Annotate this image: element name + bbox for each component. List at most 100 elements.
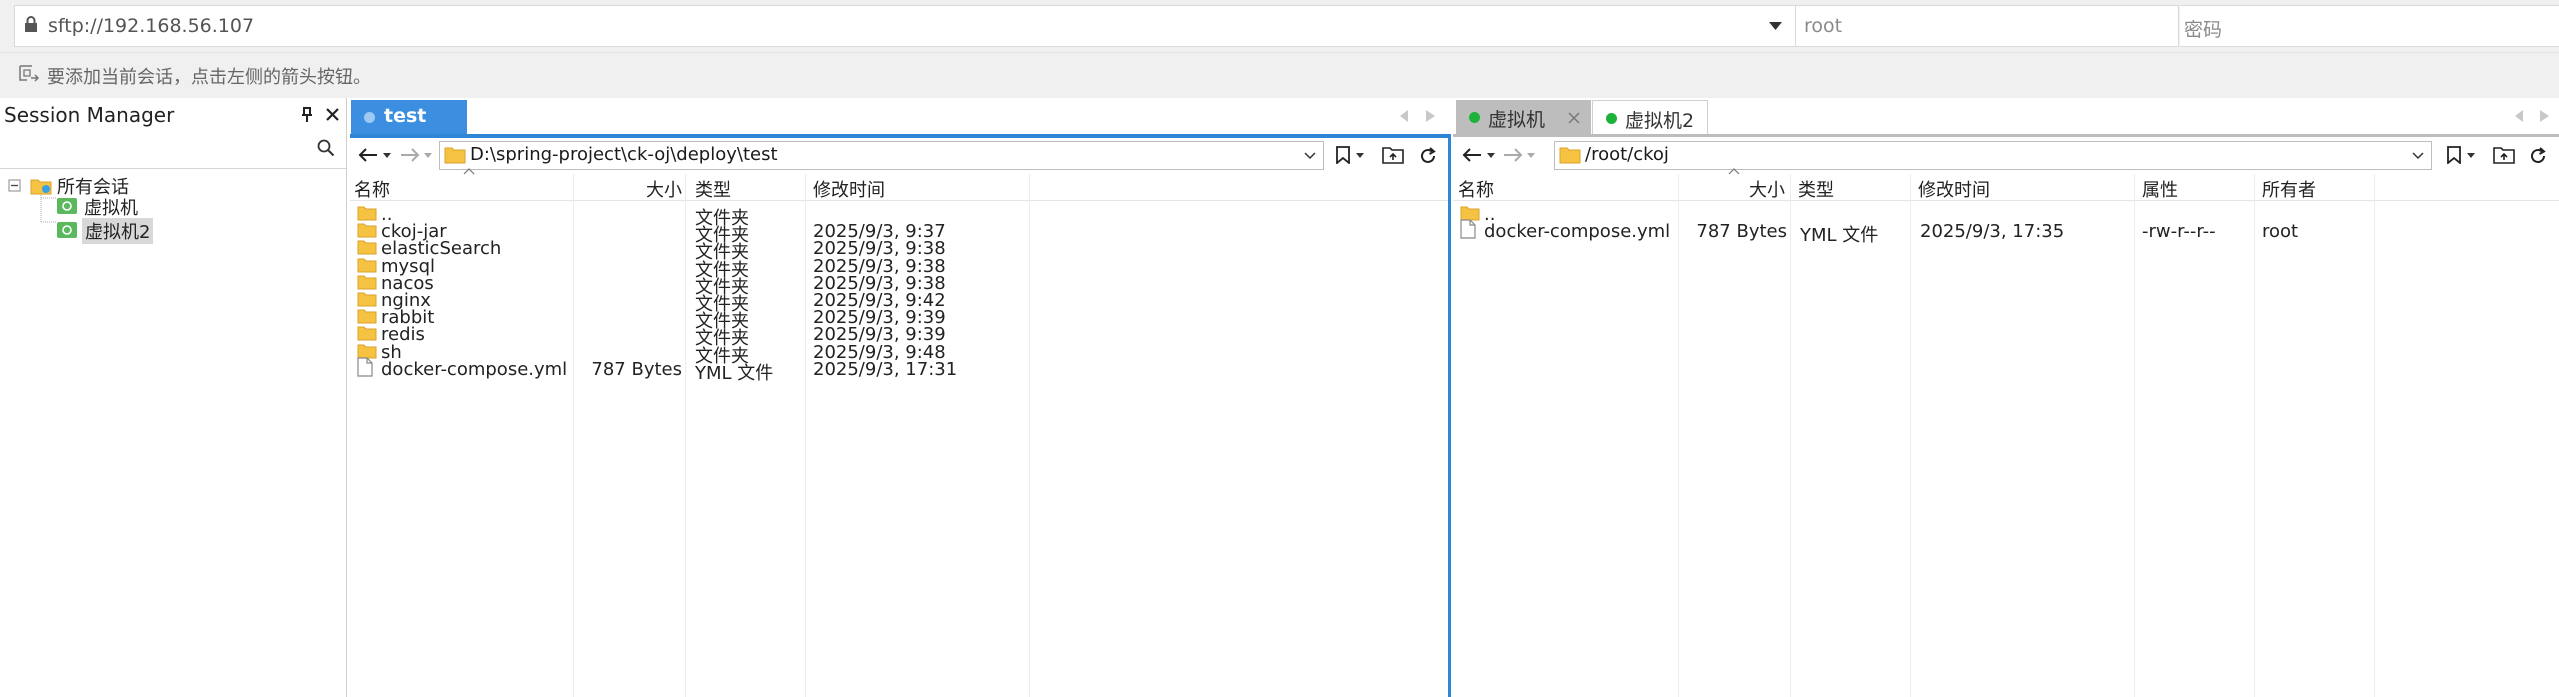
pane-accent-line — [1453, 134, 2559, 137]
tree-item-vm1[interactable]: 虚拟机 — [57, 194, 147, 219]
file-icon — [357, 357, 373, 377]
file-modified: 2025/9/3, 17:35 — [1920, 221, 2065, 243]
column-modified[interactable]: 修改时间 — [813, 176, 885, 202]
local-toolbar: D:\spring-project\ck-oj\deploy\test — [350, 138, 1448, 172]
divider — [0, 168, 346, 169]
folder-icon — [444, 146, 466, 164]
hint-text: 要添加当前会话，点击左侧的箭头按钮。 — [47, 67, 371, 88]
column-divider[interactable] — [2374, 174, 2375, 697]
chevron-down-icon[interactable] — [424, 153, 432, 158]
tab-label: 虚拟机2 — [1625, 110, 1695, 132]
session-tree: 所有会话 虚拟机 虚拟机2 — [0, 170, 346, 250]
username-field[interactable]: root — [1796, 5, 2179, 47]
tab-vm2[interactable]: 虚拟机2 — [1592, 100, 1708, 135]
column-divider[interactable] — [1910, 174, 1911, 697]
scroll-right-icon[interactable] — [2540, 110, 2549, 122]
parent-folder-icon[interactable] — [2493, 146, 2515, 164]
remote-column-header: 名称 大小 类型 修改时间 属性 所有者 — [1453, 168, 2559, 202]
username-placeholder: root — [1804, 15, 1843, 37]
file-size: 787 Bytes — [591, 358, 682, 380]
session-icon — [57, 198, 77, 214]
column-divider[interactable] — [1678, 174, 1679, 697]
remote-toolbar: /root/ckoj — [1453, 138, 2559, 172]
forward-icon[interactable] — [1503, 147, 1523, 163]
add-session-icon[interactable] — [18, 64, 40, 84]
chevron-down-icon[interactable] — [2467, 153, 2475, 158]
file-name: docker-compose.yml — [381, 358, 568, 380]
file-row[interactable]: docker-compose.yml 787 Bytes YML 文件 2025/9/… — [1453, 219, 2559, 247]
file-type: YML 文件 — [1800, 225, 1879, 247]
password-placeholder: 密码 — [2184, 19, 2223, 41]
chevron-down-icon[interactable] — [1487, 153, 1495, 158]
column-owner[interactable]: 所有者 — [2262, 176, 2316, 202]
tab-status-dot — [1469, 112, 1480, 123]
hint-bar: 要添加当前会话，点击左侧的箭头按钮。 — [0, 53, 2559, 98]
column-divider[interactable] — [1790, 174, 1791, 697]
connection-bar: sftp://192.168.56.107 root 密码 — [0, 0, 2559, 53]
scroll-right-icon[interactable] — [1426, 110, 1435, 122]
file-size: 787 Bytes — [1696, 221, 1787, 243]
tab-vm1[interactable]: 虚拟机 — [1456, 100, 1591, 134]
file-icon — [1460, 219, 1476, 239]
scroll-left-icon[interactable] — [2515, 110, 2524, 122]
column-divider[interactable] — [2134, 174, 2135, 697]
column-modified[interactable]: 修改时间 — [1918, 176, 1990, 202]
tab-status-dot — [364, 112, 375, 123]
search-icon[interactable] — [317, 139, 335, 157]
session-manager-panel: Session Manager 所有会话 虚拟机 虚拟机2 — [0, 98, 347, 697]
chevron-down-icon[interactable] — [1769, 22, 1782, 30]
bookmark-icon[interactable] — [2447, 146, 2461, 164]
file-row[interactable]: docker-compose.yml 787 Bytes YML 文件 2025/9/… — [350, 357, 1448, 385]
local-path-field[interactable]: D:\spring-project\ck-oj\deploy\test — [439, 141, 1324, 170]
chevron-down-icon[interactable] — [383, 153, 391, 158]
chevron-down-icon[interactable] — [1304, 152, 1316, 160]
column-size[interactable]: 大小 — [646, 176, 682, 202]
parent-folder-icon[interactable] — [1382, 146, 1404, 164]
sort-ascending-icon — [463, 168, 475, 175]
local-column-header: 名称 大小 类型 修改时间 — [350, 168, 1448, 202]
column-name[interactable]: 名称 — [354, 176, 390, 202]
tab-status-dot — [1606, 113, 1617, 124]
remote-path-value: /root/ckoj — [1585, 144, 1669, 165]
chevron-down-icon[interactable] — [1356, 153, 1364, 158]
scroll-left-icon[interactable] — [1400, 110, 1409, 122]
column-divider[interactable] — [2254, 174, 2255, 697]
column-type[interactable]: 类型 — [1798, 176, 1834, 202]
tab-test[interactable]: test — [351, 100, 467, 134]
forward-icon[interactable] — [400, 147, 420, 163]
tree-item-label: 虚拟机 — [84, 198, 138, 219]
back-icon[interactable] — [1462, 147, 1482, 163]
file-type: YML 文件 — [695, 362, 774, 384]
file-name: docker-compose.yml — [1484, 221, 1671, 243]
column-name[interactable]: 名称 — [1458, 176, 1494, 202]
folder-icon — [30, 177, 52, 195]
column-attributes[interactable]: 属性 — [2142, 176, 2178, 202]
folder-icon — [1559, 146, 1581, 164]
tab-label: 虚拟机 — [1488, 109, 1546, 131]
file-modified: 2025/9/3, 17:31 — [813, 358, 958, 380]
refresh-icon[interactable] — [1418, 146, 1438, 166]
close-icon[interactable] — [1568, 112, 1580, 124]
password-field[interactable]: 密码 — [2180, 5, 2559, 47]
tree-item-vm2[interactable]: 虚拟机2 — [57, 218, 157, 244]
host-address-field[interactable]: sftp://192.168.56.107 — [14, 5, 1796, 47]
close-icon[interactable] — [326, 108, 339, 121]
tab-label: test — [384, 105, 427, 127]
session-manager-title: Session Manager — [4, 103, 175, 127]
pin-icon[interactable] — [300, 107, 314, 123]
host-address-value: sftp://192.168.56.107 — [48, 15, 255, 37]
file-owner: root — [2262, 221, 2299, 243]
file-attributes: -rw-r--r-- — [2142, 221, 2216, 243]
local-file-pane: D:\spring-project\ck-oj\deploy\test 名称 大… — [350, 134, 1451, 697]
column-size[interactable]: 大小 — [1749, 176, 1785, 202]
chevron-down-icon[interactable] — [2412, 152, 2424, 160]
bookmark-icon[interactable] — [1336, 146, 1350, 164]
refresh-icon[interactable] — [2528, 146, 2548, 166]
column-type[interactable]: 类型 — [695, 176, 731, 202]
session-icon — [57, 222, 77, 238]
back-icon[interactable] — [358, 147, 378, 163]
tree-item-label: 虚拟机2 — [82, 218, 154, 244]
chevron-down-icon[interactable] — [1527, 153, 1535, 158]
remote-path-field[interactable]: /root/ckoj — [1554, 141, 2432, 170]
sort-ascending-icon — [1728, 168, 1740, 175]
